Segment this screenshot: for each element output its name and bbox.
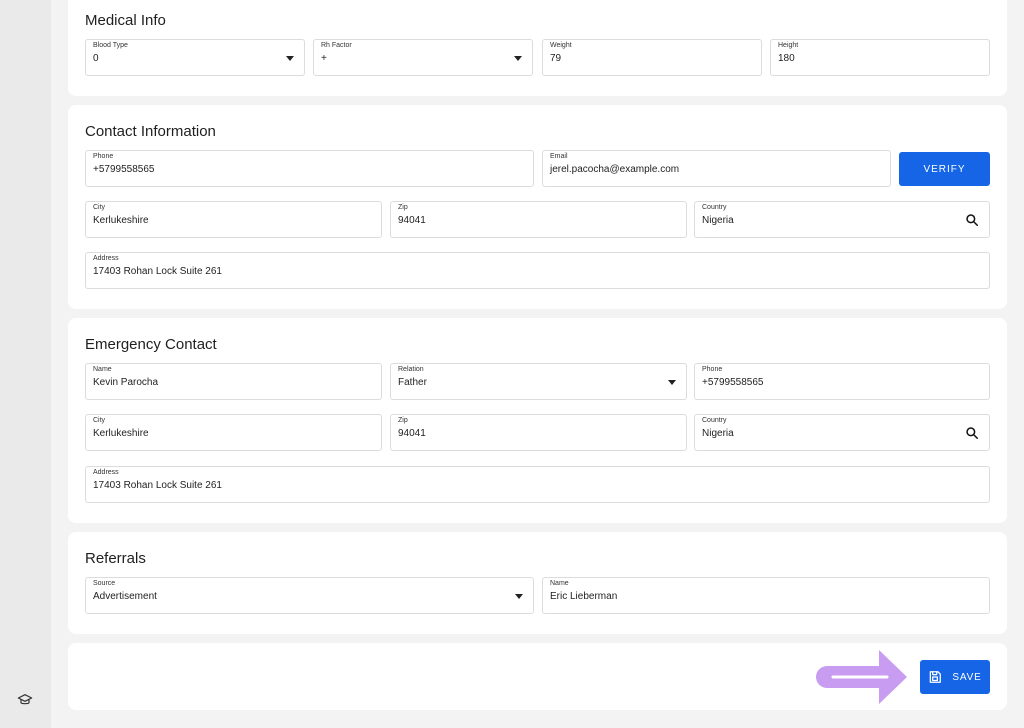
emergency-city-value: Kerlukeshire — [93, 428, 149, 439]
relation-value: Father — [398, 377, 427, 388]
referral-name-input[interactable]: Name Eric Lieberman — [542, 577, 990, 614]
source-label: Source — [93, 580, 116, 587]
emergency-name-value: Kevin Parocha — [93, 377, 159, 388]
phone-value: +5799558565 — [93, 164, 155, 175]
chevron-down-icon[interactable] — [286, 56, 294, 61]
rh-factor-value: + — [321, 53, 327, 64]
emergency-phone-label: Phone — [702, 366, 723, 373]
relation-select[interactable]: Relation Father — [390, 363, 687, 400]
source-value: Advertisement — [93, 591, 157, 602]
city-input[interactable]: City Kerlukeshire — [85, 201, 382, 238]
arrow-right-icon — [816, 650, 907, 704]
save-button[interactable]: SAVE — [920, 660, 990, 694]
email-value: jerel.pacocha@example.com — [550, 164, 680, 175]
city-value: Kerlukeshire — [93, 215, 149, 226]
emergency-city-input[interactable]: City Kerlukeshire — [85, 414, 382, 451]
emergency-country-label: Country — [702, 417, 727, 424]
height-value: 180 — [778, 53, 795, 64]
weight-label: Weight — [550, 42, 572, 49]
blood-type-label: Blood Type — [93, 42, 128, 49]
source-select[interactable]: Source Advertisement — [85, 577, 534, 614]
email-label: Email — [550, 153, 568, 160]
medical-info-card: Medical Info Blood Type 0 Rh Factor + We… — [68, 0, 1007, 96]
referral-name-value: Eric Lieberman — [550, 591, 618, 602]
chevron-down-icon[interactable] — [668, 380, 676, 385]
rh-factor-label: Rh Factor — [321, 42, 352, 49]
address-value: 17403 Rohan Lock Suite 261 — [93, 266, 222, 277]
country-value: Nigeria — [702, 215, 734, 226]
save-label: SAVE — [952, 671, 982, 683]
referrals-title: Referrals — [85, 550, 146, 567]
address-label: Address — [93, 255, 119, 262]
left-rail — [0, 0, 51, 728]
emergency-address-input[interactable]: Address 17403 Rohan Lock Suite 261 — [85, 466, 990, 503]
relation-label: Relation — [398, 366, 424, 373]
emergency-phone-input[interactable]: Phone +5799558565 — [694, 363, 990, 400]
emergency-zip-value: 94041 — [398, 428, 426, 439]
city-label: City — [93, 204, 106, 211]
referral-name-label: Name — [550, 580, 569, 587]
zip-input[interactable]: Zip 94041 — [390, 201, 687, 238]
phone-input[interactable]: Phone +5799558565 — [85, 150, 534, 187]
chevron-down-icon[interactable] — [514, 56, 522, 61]
emergency-country-input[interactable]: Country Nigeria — [694, 414, 990, 451]
contact-info-title: Contact Information — [85, 123, 216, 140]
country-label: Country — [702, 204, 727, 211]
emergency-city-label: City — [93, 417, 106, 424]
emergency-country-value: Nigeria — [702, 428, 734, 439]
emergency-zip-input[interactable]: Zip 94041 — [390, 414, 687, 451]
weight-value: 79 — [550, 53, 562, 64]
rh-factor-select[interactable]: Rh Factor + — [313, 39, 533, 76]
emergency-phone-value: +5799558565 — [702, 377, 764, 388]
weight-input[interactable]: Weight 79 — [542, 39, 762, 76]
emergency-contact-card: Emergency Contact Name Kevin Parocha Rel… — [68, 318, 1007, 523]
address-input[interactable]: Address 17403 Rohan Lock Suite 261 — [85, 252, 990, 289]
footer-card: SAVE — [68, 643, 1007, 710]
search-icon[interactable] — [965, 426, 979, 440]
main-content: Medical Info Blood Type 0 Rh Factor + We… — [51, 0, 1024, 728]
blood-type-value: 0 — [93, 53, 99, 64]
emergency-address-value: 17403 Rohan Lock Suite 261 — [93, 480, 222, 491]
graduation-cap-icon[interactable] — [17, 692, 33, 708]
blood-type-select[interactable]: Blood Type 0 — [85, 39, 305, 76]
country-input[interactable]: Country Nigeria — [694, 201, 990, 238]
emergency-address-label: Address — [93, 469, 119, 476]
emergency-name-label: Name — [93, 366, 112, 373]
email-input[interactable]: Email jerel.pacocha@example.com — [542, 150, 891, 187]
zip-value: 94041 — [398, 215, 426, 226]
floppy-disk-icon — [930, 671, 942, 683]
verify-button[interactable]: VERIFY — [899, 152, 990, 186]
emergency-zip-label: Zip — [398, 417, 408, 424]
chevron-down-icon[interactable] — [515, 594, 523, 599]
emergency-contact-title: Emergency Contact — [85, 336, 217, 353]
referrals-card: Referrals Source Advertisement Name Eric… — [68, 532, 1007, 634]
contact-info-card: Contact Information Phone +5799558565 Em… — [68, 105, 1007, 309]
phone-label: Phone — [93, 153, 114, 160]
zip-label: Zip — [398, 204, 408, 211]
emergency-name-input[interactable]: Name Kevin Parocha — [85, 363, 382, 400]
height-label: Height — [778, 42, 799, 49]
height-input[interactable]: Height 180 — [770, 39, 990, 76]
medical-info-title: Medical Info — [85, 12, 166, 29]
search-icon[interactable] — [965, 213, 979, 227]
